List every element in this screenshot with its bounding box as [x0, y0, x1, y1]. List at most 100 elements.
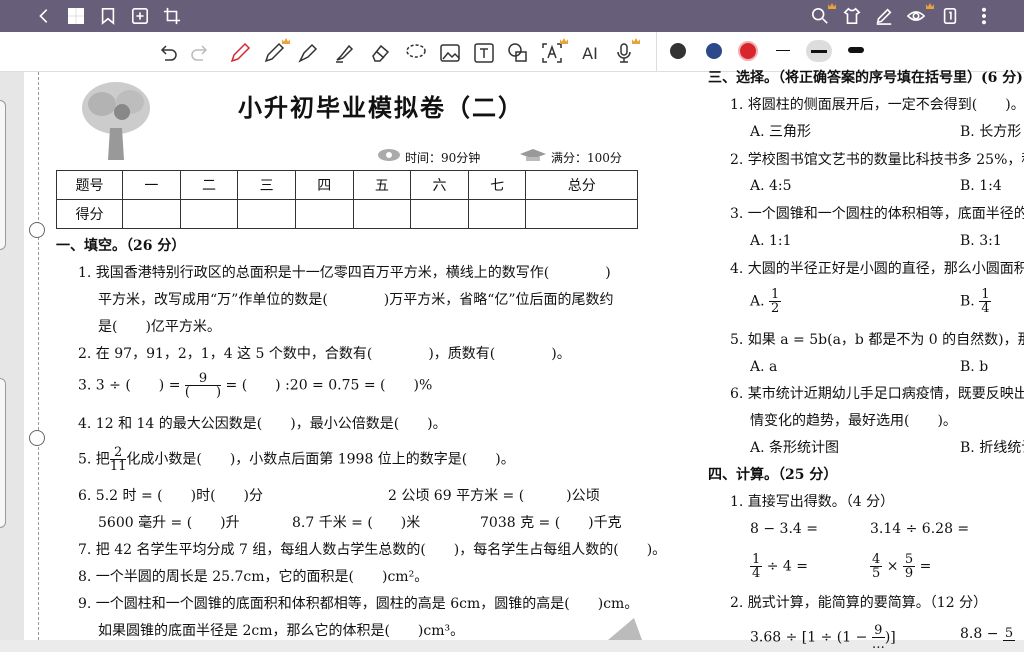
- tablet-icon[interactable]: [940, 6, 960, 26]
- choice-4-a: A. 12: [750, 287, 782, 315]
- choice-1-b: B. 长方形: [960, 124, 1022, 140]
- exam-full-score: 满分：100分: [551, 151, 622, 165]
- eraser-icon[interactable]: [368, 41, 392, 65]
- question-6-a2: 2 公顷 69 平方米 = ( )公顷: [388, 488, 600, 504]
- score-cell[interactable]: [237, 199, 296, 229]
- stroke-medium-option[interactable]: [806, 40, 832, 62]
- calc-2-b-fraction: 5: [1002, 627, 1016, 641]
- question-3: 3. 3 ÷ ( ) = 9( ) = ( ) :20 = 0.75 = ( )…: [78, 372, 432, 399]
- sidebar-tab-lower[interactable]: [0, 378, 6, 528]
- section-choice: 三、选择。（将正确答案的序号填在括号里）(6 分): [708, 70, 1023, 86]
- shape-icon[interactable]: [506, 41, 530, 65]
- choice-5: 5. 如果 a = 5b(a，b 都是不为 0 的自然数)，那么: [730, 332, 1024, 348]
- choice-6-b: B. 折线统计: [960, 440, 1024, 456]
- choice-1-a: A. 三角形: [750, 124, 812, 140]
- top-bar: [0, 0, 1024, 32]
- highlighter-icon[interactable]: [332, 41, 356, 65]
- question-1-line3: 是( )亿平方米。: [98, 319, 221, 335]
- calc-2-a: 3.68 ÷ [1 ÷ (1 − 9…)]: [750, 623, 896, 652]
- sidebar-tab-upper[interactable]: [0, 100, 6, 250]
- more-icon[interactable]: [974, 6, 994, 26]
- ocr-icon[interactable]: [540, 38, 568, 65]
- page-sidebar: [0, 72, 24, 640]
- question-9-line1: 9. 一个圆柱和一个圆锥的底面积和体积都相等，圆柱的高是 6cm，圆锥的高是( …: [78, 596, 639, 612]
- ai-icon[interactable]: AI: [578, 41, 602, 65]
- score-cell[interactable]: [525, 199, 638, 229]
- score-cell[interactable]: [179, 199, 239, 229]
- color-red-swatch[interactable]: [738, 41, 758, 61]
- calc-1-a: 8 − 3.4 =: [750, 521, 818, 537]
- score-cell[interactable]: [122, 199, 181, 229]
- choice-4-b: B. 14: [960, 288, 992, 315]
- binding-margin-line: [38, 72, 39, 640]
- question-9-line2: 如果圆锥的底面半径是 2cm，那么它的体积是( )cm³。: [98, 623, 465, 639]
- score-header-cell: 四: [294, 170, 354, 200]
- exam-title: 小升初毕业模拟卷（二）: [238, 93, 524, 122]
- question-3-post: = ( ) :20 = 0.75 = ( )%: [225, 377, 433, 394]
- binding-clip-icon: [29, 430, 45, 446]
- question-5-fraction: 2 11: [109, 446, 127, 474]
- question-6-b2: 8.7 千米 = ( )米: [292, 515, 421, 531]
- score-header-cell: 一: [122, 170, 181, 200]
- fraction-numerator: 9: [184, 372, 222, 386]
- text-icon[interactable]: [472, 41, 496, 65]
- score-cell[interactable]: [352, 199, 412, 229]
- clock-icon: [378, 149, 400, 161]
- add-page-icon[interactable]: [130, 6, 150, 26]
- back-icon[interactable]: [34, 6, 54, 26]
- color-black-swatch[interactable]: [670, 43, 686, 59]
- fraction-denominator: 5: [872, 566, 881, 581]
- calc-2-b: 8.8 − 5: [960, 624, 1016, 644]
- question-5-post: 化成小数是( )，小数点后面第 1998 位上的数字是( )。: [126, 451, 515, 468]
- search-icon[interactable]: [810, 3, 836, 26]
- tree-illustration: [82, 82, 150, 160]
- stroke-thin-option[interactable]: [776, 50, 790, 51]
- score-cell[interactable]: [410, 199, 469, 229]
- calc-1-d-fraction1: 45: [870, 552, 883, 581]
- score-header-cell: 总分: [525, 170, 638, 200]
- pen-icon[interactable]: [228, 41, 252, 65]
- option-label: A.: [750, 293, 765, 310]
- pen-edit-icon[interactable]: [874, 6, 894, 26]
- fraction-numerator: 1: [769, 287, 782, 302]
- score-header-cell: 题号: [56, 170, 123, 200]
- fraction-numerator: 4: [870, 552, 883, 567]
- score-cell[interactable]: [467, 199, 527, 229]
- choice-4-b-fraction: 14: [979, 288, 992, 315]
- score-cell[interactable]: [294, 199, 354, 229]
- undo-icon[interactable]: [156, 41, 180, 65]
- bookmark-icon[interactable]: [98, 6, 118, 26]
- question-3-fraction: 9( ): [184, 372, 222, 399]
- question-2: 2. 在 97，91，2，1，4 这 5 个数中，合数有( )，质数有( )。: [78, 346, 571, 362]
- image-icon[interactable]: [438, 41, 462, 65]
- question-1-line2: 平方米，改写成用“万”作单位的数是( )万平方米，省略“亿”位后面的尾数约: [98, 292, 614, 308]
- score-header-cell: 七: [467, 170, 527, 200]
- section-fill-blank: 一、填空。（26 分）: [56, 238, 186, 254]
- shirt-icon[interactable]: [842, 6, 862, 26]
- crop-icon[interactable]: [162, 6, 182, 26]
- question-5: 5. 把 2 11 化成小数是( )，小数点后面第 1998 位上的数字是( )。: [78, 446, 515, 473]
- choice-3-b: B. 3:1: [960, 233, 1002, 249]
- score-header-cell: 三: [237, 170, 296, 200]
- pencil-icon[interactable]: [262, 38, 290, 65]
- choice-6-line2: 情变化的趋势，最好选用( )。: [750, 413, 957, 429]
- section-calculation: 四、计算。（25 分）: [708, 467, 838, 483]
- fountain-pen-icon[interactable]: [296, 41, 320, 65]
- mic-icon[interactable]: [612, 38, 640, 65]
- fraction-denominator: 11: [109, 459, 127, 474]
- redo-icon[interactable]: [188, 41, 212, 65]
- color-navy-swatch[interactable]: [706, 43, 722, 59]
- calc-2-a-fraction: 9…: [871, 624, 885, 651]
- question-6-b3: 7038 克 = ( )千克: [480, 515, 622, 531]
- question-1-line1: 1. 我国香港特别行政区的总面积是十一亿零四百万平方米，横线上的数写作( ): [78, 265, 611, 281]
- fraction-numerator: 1: [750, 552, 763, 567]
- score-row-label: 得分: [56, 199, 123, 229]
- stroke-thick-option[interactable]: [848, 47, 864, 53]
- score-header-cell: 五: [352, 170, 412, 200]
- grid-icon[interactable]: [66, 6, 86, 26]
- choice-5-b: B. b: [960, 359, 989, 375]
- eye-icon[interactable]: [906, 3, 934, 26]
- calc-1-d: 45 × 59 =: [870, 552, 932, 581]
- question-3-pre: 3. 3 ÷ ( ) =: [78, 377, 181, 394]
- lasso-icon[interactable]: [404, 41, 428, 65]
